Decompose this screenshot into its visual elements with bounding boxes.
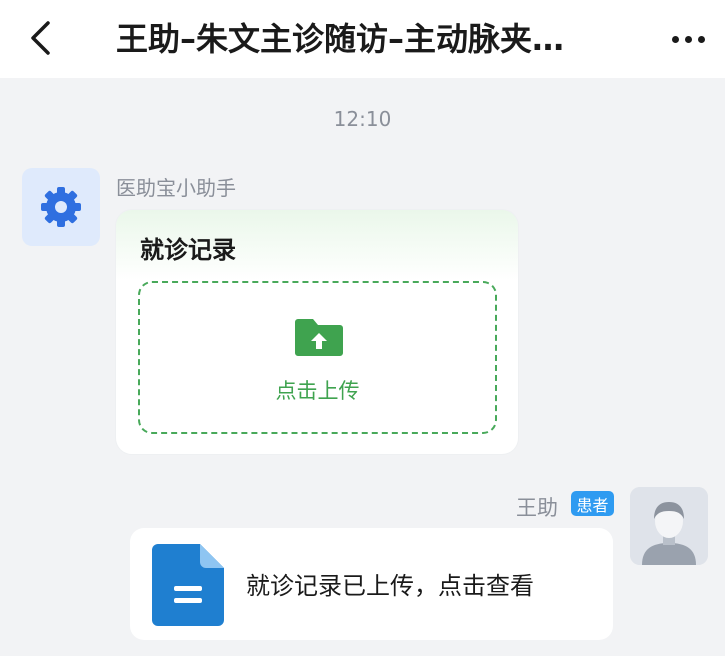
file-message-bubble[interactable]: 就诊记录已上传，点击查看 <box>130 528 613 640</box>
assistant-name: 医助宝小助手 <box>116 176 236 200</box>
folder-upload-icon <box>295 319 343 356</box>
chat-title: 王助–朱文主诊随访–主动脉夹… <box>116 20 565 58</box>
message-timestamp: 12:10 <box>333 107 392 131</box>
document-icon <box>152 544 224 626</box>
more-dot <box>671 35 679 43</box>
card-title: 就诊记录 <box>140 236 236 264</box>
upload-area[interactable]: 点击上传 <box>138 281 497 434</box>
user-avatar-icon <box>630 487 708 565</box>
chat-header: 王助–朱文主诊随访–主动脉夹… <box>0 0 725 78</box>
patient-badge: 患者 <box>571 491 614 516</box>
more-options-button[interactable] <box>662 18 714 60</box>
patient-avatar[interactable] <box>630 487 708 565</box>
patient-name: 王助 <box>516 496 558 520</box>
more-dot <box>697 35 705 43</box>
medical-record-card: 就诊记录 点击上传 <box>116 210 518 454</box>
assistant-avatar[interactable] <box>22 168 100 246</box>
back-button[interactable] <box>18 16 62 60</box>
chevron-left-icon <box>31 21 50 55</box>
upload-label: 点击上传 <box>275 379 360 403</box>
more-dot <box>684 35 692 43</box>
gear-icon <box>41 187 81 227</box>
file-message-text: 就诊记录已上传，点击查看 <box>246 572 534 600</box>
